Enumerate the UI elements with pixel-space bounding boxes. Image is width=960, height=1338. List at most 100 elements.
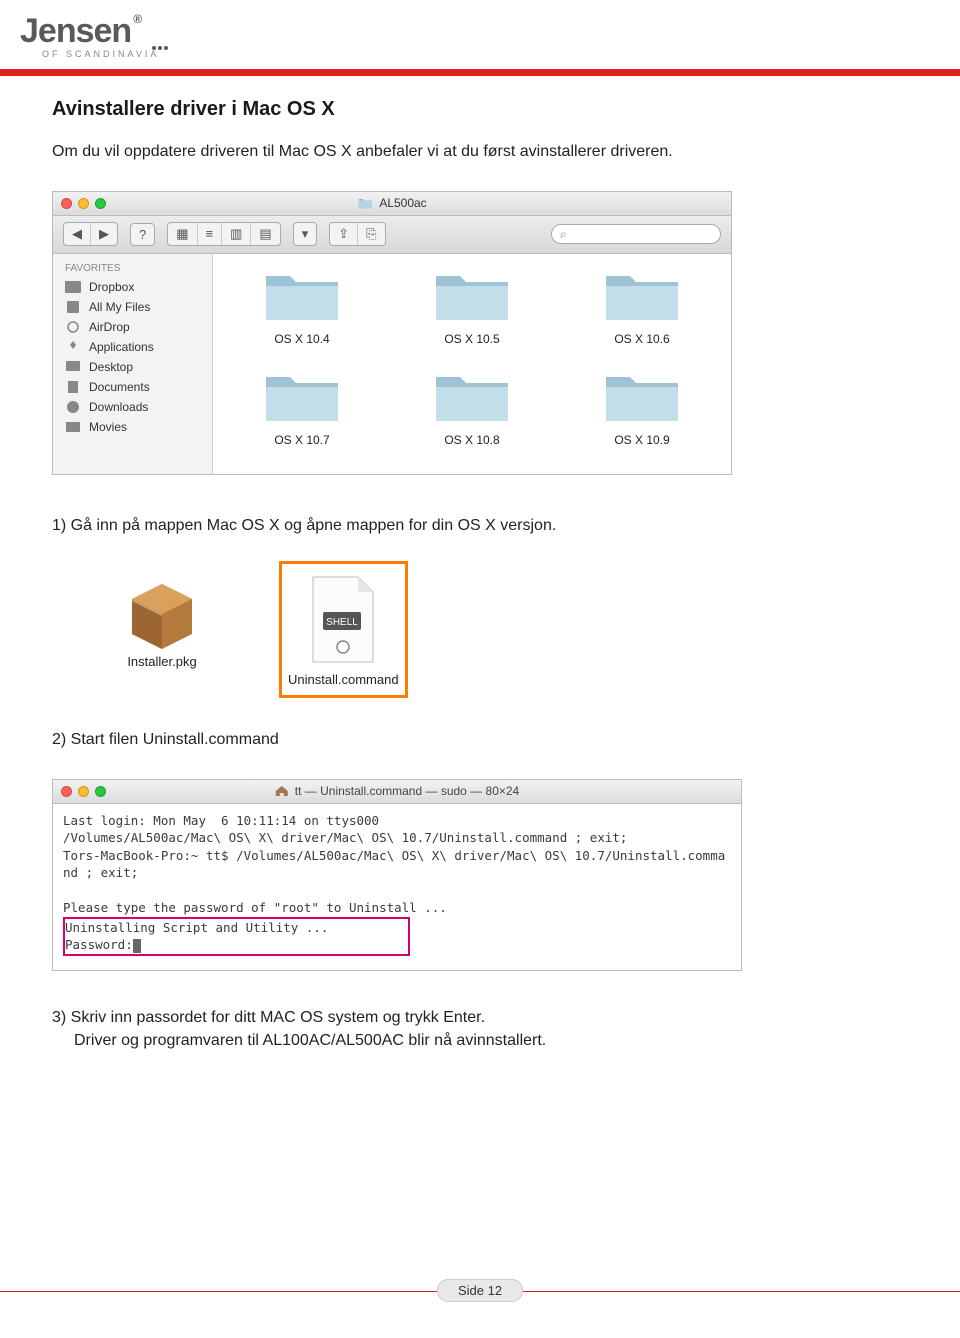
column-view-button[interactable]: ▥ <box>222 223 251 245</box>
folder-label: OS X 10.6 <box>614 332 669 346</box>
sidebar-label: AirDrop <box>89 320 130 334</box>
terminal-titlebar: tt — Uninstall.command — sudo — 80×24 <box>53 780 741 804</box>
finder-title: AL500ac <box>357 196 426 210</box>
terminal-window: tt — Uninstall.command — sudo — 80×24 La… <box>52 779 742 971</box>
sidebar-section-header: FAVORITES <box>53 260 212 277</box>
file-label: Uninstall.command <box>288 672 399 687</box>
folder-label: OS X 10.8 <box>444 433 499 447</box>
finder-body: FAVORITES Dropbox All My Files AirDrop A… <box>53 254 731 474</box>
file-icons-row: Installer.pkg SHELL Uninstall.command <box>112 564 908 695</box>
uninstall-command-file[interactable]: SHELL Uninstall.command <box>282 564 405 695</box>
folder-icon <box>262 268 342 326</box>
airdrop-icon <box>65 320 81 334</box>
folder-icon <box>432 369 512 427</box>
step2-text: 2) Start filen Uninstall.command <box>52 729 908 751</box>
minimize-icon[interactable] <box>78 786 89 797</box>
arrange-buttons: ▾ <box>293 222 318 246</box>
folder-osx108[interactable]: OS X 10.8 <box>397 369 547 460</box>
term-line: Please type the password of "root" to Un… <box>63 900 447 915</box>
sidebar-item-allfiles[interactable]: All My Files <box>53 297 212 317</box>
path-button[interactable]: ? <box>130 223 155 246</box>
terminal-title: tt — Uninstall.command — sudo — 80×24 <box>275 784 519 798</box>
shell-file-icon: SHELL <box>298 572 388 672</box>
documents-icon <box>65 380 81 394</box>
step1-text: 1) Gå inn på mappen Mac OS X og åpne map… <box>52 515 908 537</box>
search-icon: ⌕ <box>560 227 567 242</box>
home-icon <box>275 785 289 797</box>
folder-osx104[interactable]: OS X 10.4 <box>227 268 377 359</box>
folder-icon <box>357 196 373 210</box>
forward-button[interactable]: ▶ <box>91 223 117 245</box>
tag-button[interactable]: ⎘ <box>358 223 384 245</box>
sidebar-label: Applications <box>89 340 154 354</box>
sidebar-label: Movies <box>89 420 127 434</box>
finder-titlebar: AL500ac <box>53 192 731 216</box>
search-input[interactable]: ⌕ <box>551 224 721 244</box>
shell-badge-text: SHELL <box>326 617 358 628</box>
folder-osx105[interactable]: OS X 10.5 <box>397 268 547 359</box>
sidebar-item-desktop[interactable]: Desktop <box>53 357 212 377</box>
window-controls <box>61 786 106 797</box>
list-view-button[interactable]: ≡ <box>198 223 223 245</box>
nav-buttons: ◀ ▶ <box>63 222 118 246</box>
header-divider <box>0 69 960 76</box>
dropbox-icon <box>65 280 81 294</box>
close-icon[interactable] <box>61 198 72 209</box>
folder-label: OS X 10.9 <box>614 433 669 447</box>
page-footer: Side 12 <box>0 1279 960 1302</box>
terminal-title-text: tt — Uninstall.command — sudo — 80×24 <box>295 784 519 798</box>
sidebar-item-documents[interactable]: Documents <box>53 377 212 397</box>
finder-sidebar: FAVORITES Dropbox All My Files AirDrop A… <box>53 254 213 474</box>
sidebar-item-airdrop[interactable]: AirDrop <box>53 317 212 337</box>
view-buttons: ▦ ≡ ▥ ▤ <box>167 222 280 246</box>
page-number: Side 12 <box>437 1279 523 1302</box>
term-line: Tors-MacBook-Pro:~ tt$ /Volumes/AL500ac/… <box>63 848 725 881</box>
icon-view-button[interactable]: ▦ <box>168 223 197 245</box>
finder-title-text: AL500ac <box>379 196 426 210</box>
allfiles-icon <box>65 300 81 314</box>
zoom-icon[interactable] <box>95 198 106 209</box>
sidebar-label: Documents <box>89 380 150 394</box>
installer-pkg-file[interactable]: Installer.pkg <box>112 564 212 695</box>
sidebar-label: Desktop <box>89 360 133 374</box>
sidebar-label: All My Files <box>89 300 150 314</box>
document-header: Jensen® OF SCANDINAVIA <box>0 0 960 65</box>
term-line: /Volumes/AL500ac/Mac\ OS\ X\ driver/Mac\… <box>63 830 627 845</box>
action-buttons: ⇪ ⎘ <box>329 222 385 246</box>
folder-icon <box>602 369 682 427</box>
folder-icon <box>602 268 682 326</box>
content-area: Avinstallere driver i Mac OS X Om du vil… <box>0 76 960 1052</box>
term-line: Uninstalling Script and Utility ... <box>65 920 328 935</box>
share-button[interactable]: ⇪ <box>330 223 358 245</box>
terminal-body[interactable]: Last login: Mon May 6 10:11:14 on ttys00… <box>53 804 741 970</box>
highlighted-line: Uninstalling Script and Utility ... Pass… <box>63 917 410 956</box>
desktop-icon <box>65 360 81 374</box>
arrange-button[interactable]: ▾ <box>294 223 317 245</box>
sidebar-item-applications[interactable]: Applications <box>53 337 212 357</box>
downloads-icon <box>65 400 81 414</box>
zoom-icon[interactable] <box>95 786 106 797</box>
minimize-icon[interactable] <box>78 198 89 209</box>
sidebar-item-movies[interactable]: Movies <box>53 417 212 437</box>
brand-name: Jensen <box>20 12 131 50</box>
window-controls <box>61 198 106 209</box>
back-button[interactable]: ◀ <box>64 223 91 245</box>
finder-window: AL500ac ◀ ▶ ? ▦ ≡ ▥ ▤ ▾ ⇪ ⎘ ⌕ <box>52 191 732 475</box>
folder-label: OS X 10.7 <box>274 433 329 447</box>
finder-toolbar: ◀ ▶ ? ▦ ≡ ▥ ▤ ▾ ⇪ ⎘ ⌕ <box>53 216 731 254</box>
intro-paragraph: Om du vil oppdatere driveren til Mac OS … <box>52 141 908 163</box>
sidebar-item-dropbox[interactable]: Dropbox <box>53 277 212 297</box>
sidebar-label: Downloads <box>89 400 148 414</box>
close-icon[interactable] <box>61 786 72 797</box>
file-label: Installer.pkg <box>127 654 196 669</box>
applications-icon <box>65 340 81 354</box>
sidebar-item-downloads[interactable]: Downloads <box>53 397 212 417</box>
folder-icon <box>262 369 342 427</box>
folder-osx107[interactable]: OS X 10.7 <box>227 369 377 460</box>
folder-osx109[interactable]: OS X 10.9 <box>567 369 717 460</box>
folder-osx106[interactable]: OS X 10.6 <box>567 268 717 359</box>
coverflow-view-button[interactable]: ▤ <box>251 223 279 245</box>
folder-icon <box>432 268 512 326</box>
folder-label: OS X 10.4 <box>274 332 329 346</box>
folder-pane: OS X 10.4 OS X 10.5 OS X 10.6 OS X 10.7 … <box>213 254 731 474</box>
